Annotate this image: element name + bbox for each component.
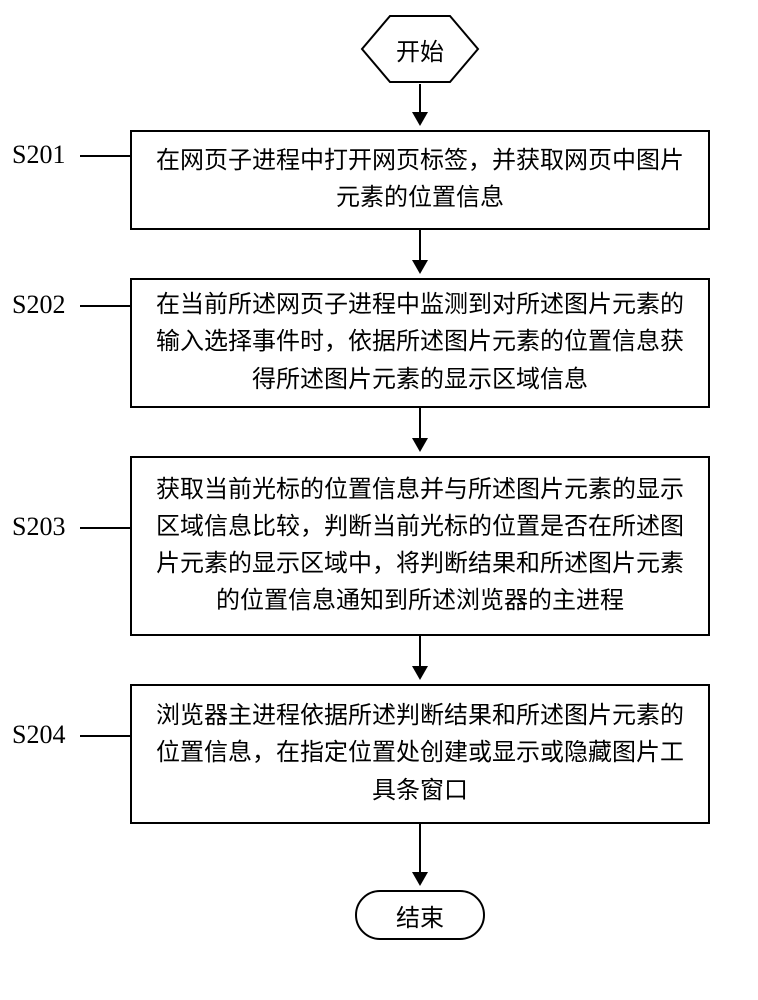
process-s202-text: 在当前所述网页子进程中监测到对所述图片元素的输入选择事件时，依据所述图片元素的位… — [146, 287, 694, 399]
label-connector — [80, 305, 130, 307]
end-node: 结束 — [355, 890, 485, 940]
label-connector — [80, 527, 130, 529]
arrow — [419, 824, 421, 884]
start-node: 开始 — [360, 14, 480, 84]
process-s201-text: 在网页子进程中打开网页标签，并获取网页中图片元素的位置信息 — [146, 143, 694, 217]
label-connector — [80, 735, 130, 737]
flowchart: 开始 在网页子进程中打开网页标签，并获取网页中图片元素的位置信息 S201 在当… — [0, 0, 758, 1000]
label-connector — [80, 155, 130, 157]
step-label-s201: S201 — [12, 140, 65, 170]
step-label-s202: S202 — [12, 290, 65, 320]
start-label: 开始 — [396, 32, 444, 67]
arrow — [419, 636, 421, 678]
process-s204-text: 浏览器主进程依据所述判断结果和所述图片元素的位置信息，在指定位置处创建或显示或隐… — [146, 698, 694, 810]
process-s202: 在当前所述网页子进程中监测到对所述图片元素的输入选择事件时，依据所述图片元素的位… — [130, 278, 710, 408]
process-s203-text: 获取当前光标的位置信息并与所述图片元素的显示区域信息比较，判断当前光标的位置是否… — [146, 472, 694, 621]
process-s201: 在网页子进程中打开网页标签，并获取网页中图片元素的位置信息 — [130, 130, 710, 230]
arrow — [419, 84, 421, 124]
step-label-s203: S203 — [12, 512, 65, 542]
process-s203: 获取当前光标的位置信息并与所述图片元素的显示区域信息比较，判断当前光标的位置是否… — [130, 456, 710, 636]
process-s204: 浏览器主进程依据所述判断结果和所述图片元素的位置信息，在指定位置处创建或显示或隐… — [130, 684, 710, 824]
end-label: 结束 — [396, 898, 444, 933]
step-label-s204: S204 — [12, 720, 65, 750]
arrow — [419, 230, 421, 272]
arrow — [419, 408, 421, 450]
